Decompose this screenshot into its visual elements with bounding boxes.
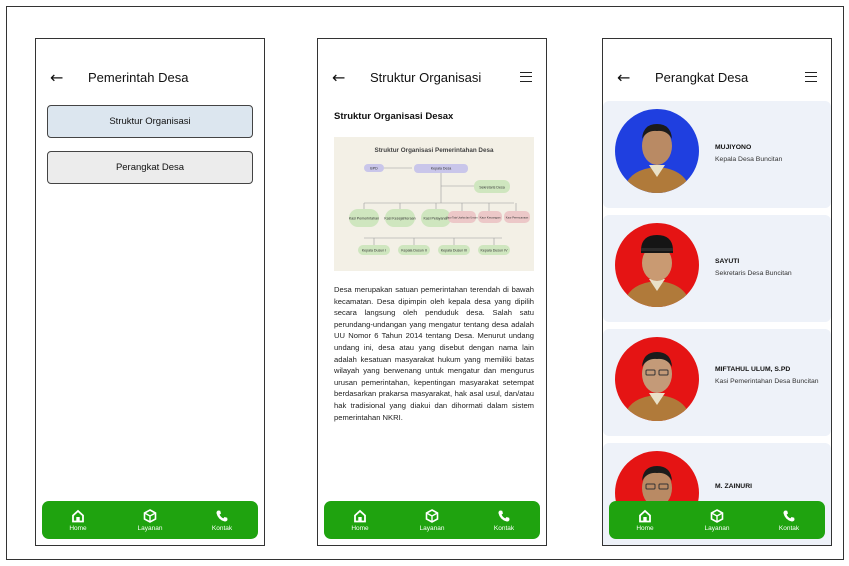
bottom-nav: Home Layanan Kontak [42, 501, 258, 539]
nav-kontak[interactable]: Kontak [759, 509, 819, 532]
back-arrow-icon[interactable]: ← [332, 65, 345, 91]
nav-kontak-label: Kontak [493, 524, 515, 532]
node-kaur-tata-usaha: Kaur Tata Usaha dan Umum [446, 216, 478, 219]
nav-layanan[interactable]: Layanan [687, 508, 747, 532]
org-chart-image: Struktur Organisasi Pemerintahan Desa BP… [334, 137, 534, 271]
node-kasi-pelayanan: Kasi Pelayanan [424, 216, 449, 220]
person-role: Kasi Pemerintahan Desa Buncitan [715, 378, 819, 385]
phone-screen-struktur-organisasi: ← Struktur Organisasi Struktur Organisas… [317, 38, 547, 546]
node-kasi-pemerintahan: Kasi Pemerintahan [349, 216, 379, 220]
person-name: SAYUTI [715, 258, 740, 265]
person-role: Sekretaris Desa Buncitan [715, 270, 792, 277]
app-bar: ← Struktur Organisasi [318, 65, 546, 91]
hamburger-menu-icon[interactable] [520, 72, 532, 82]
avatar [615, 109, 699, 193]
page-title: Perangkat Desa [655, 70, 749, 85]
description-paragraph: Desa merupakan satuan pemerintahan teren… [334, 285, 534, 422]
person-photo-icon [623, 352, 691, 421]
nav-home[interactable]: Home [615, 509, 675, 532]
bottom-nav: Home Layanan Kontak [324, 501, 540, 539]
phone-icon [783, 510, 795, 522]
nav-layanan[interactable]: Layanan [120, 508, 180, 532]
nav-kontak-label: Kontak [211, 524, 233, 532]
nav-home-label: Home [69, 524, 87, 532]
node-sekretaris-desa: Sekretaris Desa [479, 185, 505, 189]
phone-screen-perangkat-desa: ← Perangkat Desa MUJIYONO Kepala Desa Bu… [602, 38, 832, 546]
home-icon [72, 509, 84, 522]
page-title: Pemerintah Desa [88, 70, 189, 85]
hamburger-menu-icon[interactable] [805, 72, 817, 82]
phone-screen-pemerintah-desa: ← Pemerintah Desa Struktur Organisasi Pe… [35, 38, 265, 546]
node-kepala-dusun-1: Kepala Dusun I [362, 248, 387, 252]
nav-home-label: Home [351, 524, 369, 532]
node-kasi-kesejahteraan: Kasi Kesejahteraan [384, 216, 415, 220]
node-kepala-dusun-4: Kepala Dusun IV [481, 248, 509, 252]
nav-home[interactable]: Home [330, 509, 390, 532]
person-card[interactable]: MUJIYONO Kepala Desa Buncitan [603, 101, 831, 208]
person-photo-icon [623, 124, 691, 193]
box-icon [710, 508, 724, 523]
nav-home[interactable]: Home [48, 509, 108, 532]
avatar [615, 337, 699, 421]
node-kepala-desa: Kepala Desa [431, 167, 452, 171]
home-icon [354, 509, 366, 522]
person-photo-icon [623, 235, 691, 307]
nav-layanan-label: Layanan [419, 524, 445, 532]
person-name: MIFTAHUL ULUM, S.PD [715, 366, 791, 373]
person-name: MUJIYONO [715, 144, 752, 151]
node-kepala-dusun-2: Kepala Dusun II [401, 248, 427, 252]
home-icon [639, 509, 651, 522]
node-kaur-perencanaan: Kaur Perencanaan [506, 215, 529, 219]
back-arrow-icon[interactable]: ← [617, 65, 630, 91]
nav-layanan-label: Layanan [704, 524, 730, 532]
page-title: Struktur Organisasi [370, 70, 482, 85]
person-name: M. ZAINURI [715, 483, 753, 490]
perangkat-desa-button[interactable]: Perangkat Desa [47, 151, 253, 184]
app-bar: ← Pemerintah Desa [36, 65, 264, 91]
avatar [615, 223, 699, 307]
box-icon [425, 508, 439, 523]
app-bar: ← Perangkat Desa [603, 65, 831, 91]
person-role: Kepala Desa Buncitan [715, 156, 783, 163]
phone-icon [498, 510, 510, 522]
person-card[interactable]: MIFTAHUL ULUM, S.PD Kasi Pemerintahan De… [603, 329, 831, 436]
nav-kontak[interactable]: Kontak [474, 509, 534, 532]
nav-kontak[interactable]: Kontak [192, 509, 252, 532]
nav-home-label: Home [636, 524, 654, 532]
box-icon [143, 508, 157, 523]
nav-layanan[interactable]: Layanan [402, 508, 462, 532]
node-bpd: BPD [370, 167, 378, 171]
section-title: Struktur Organisasi Desax [334, 111, 454, 122]
struktur-organisasi-button[interactable]: Struktur Organisasi [47, 105, 253, 138]
phone-icon [216, 510, 228, 522]
back-arrow-icon[interactable]: ← [50, 65, 63, 91]
nav-kontak-label: Kontak [778, 524, 800, 532]
node-kepala-dusun-3: Kepala Dusun III [441, 248, 468, 252]
org-chart-diagram: Struktur Organisasi Pemerintahan Desa BP… [349, 147, 530, 255]
node-kaur-keuangan: Kaur Keuangan [480, 215, 501, 219]
nav-layanan-label: Layanan [137, 524, 163, 532]
org-chart-title: Struktur Organisasi Pemerintahan Desa [375, 147, 494, 154]
person-card[interactable]: SAYUTI Sekretaris Desa Buncitan [603, 215, 831, 322]
bottom-nav: Home Layanan Kontak [609, 501, 825, 539]
